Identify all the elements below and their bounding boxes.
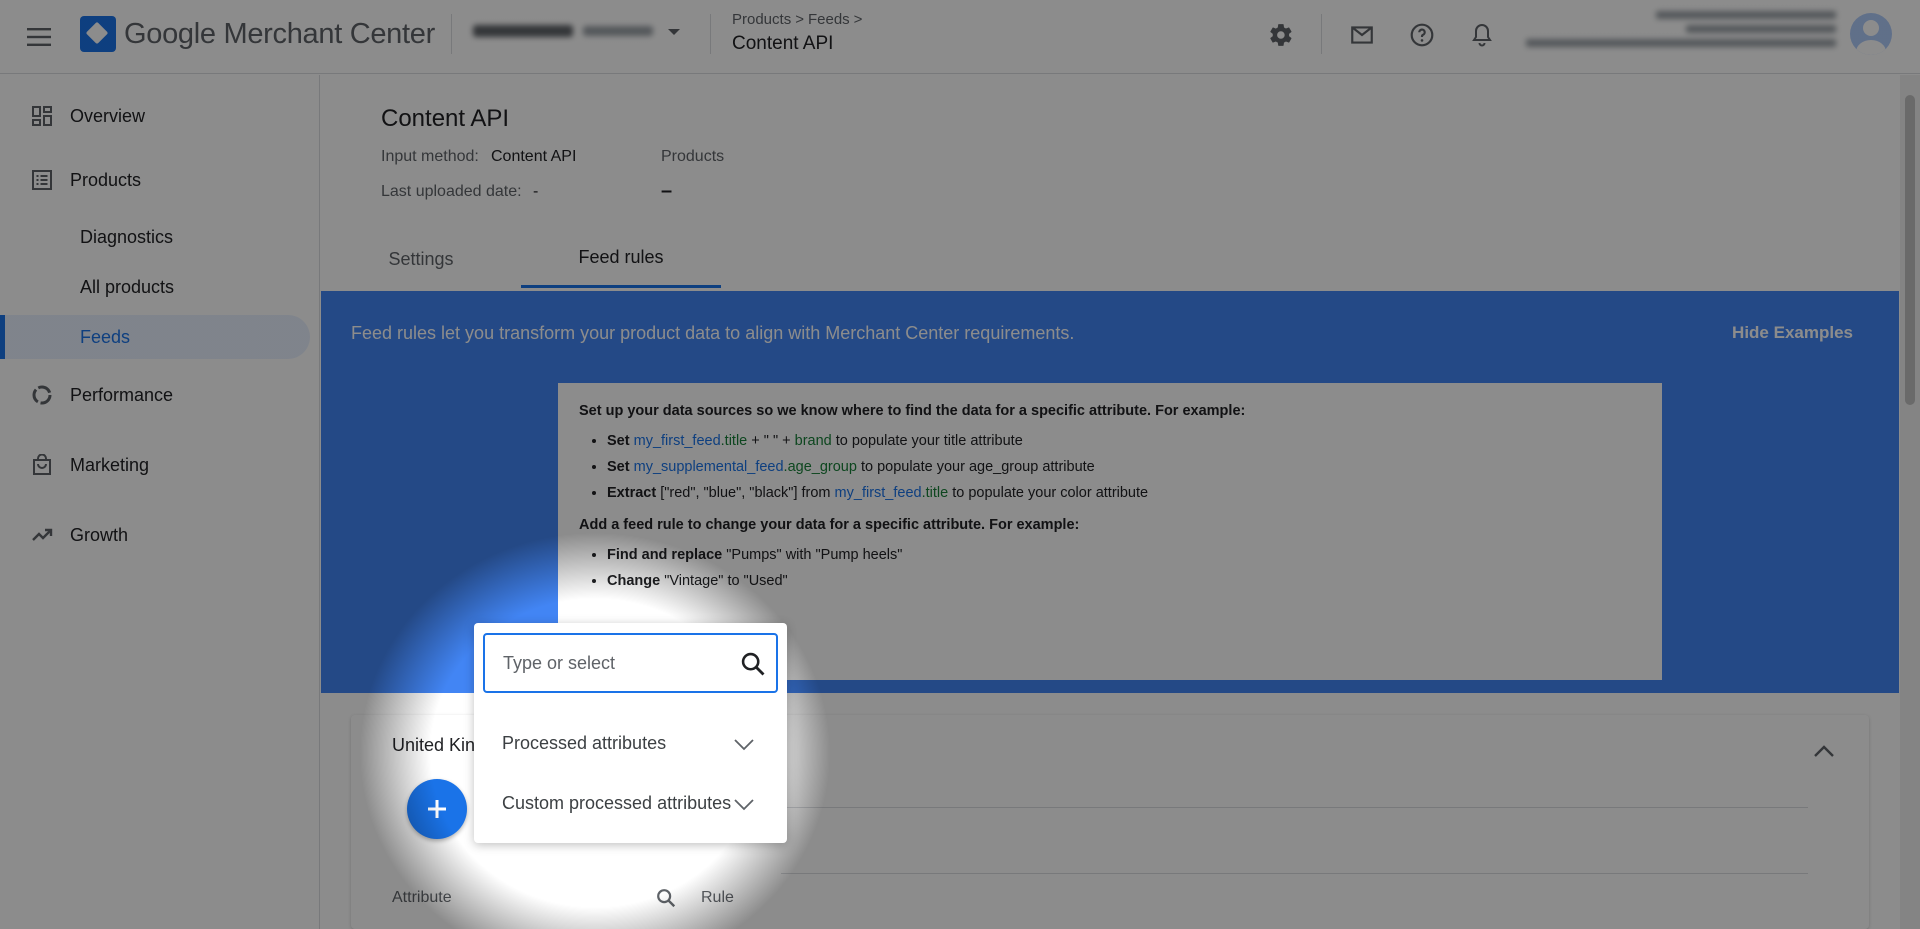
mail-icon[interactable] (1346, 19, 1378, 51)
attribute-select-popup: Processed attributes Custom processed at… (474, 623, 787, 843)
feed-title: Content API (381, 105, 510, 132)
scrollbar-thumb[interactable] (1905, 95, 1915, 405)
sidebar-item-label: Diagnostics (80, 226, 174, 247)
sidebar-item-label: Marketing (70, 454, 150, 475)
card-country-title: United Kin (392, 735, 476, 755)
sidebar-item-label: Growth (70, 524, 129, 545)
page-scrollbar[interactable] (1900, 75, 1920, 929)
banner-text: Feed rules let you transform your produc… (351, 323, 1075, 343)
sidebar: Overview Products Diagnostics All produc… (0, 75, 320, 929)
examples-heading-data-sources: Set up your data sources so we know wher… (579, 403, 1246, 419)
example-find-replace: Find and replace "Pumps" with "Pump heel… (607, 547, 1641, 563)
account-selector-redacted[interactable] (473, 25, 653, 37)
chevron-down-icon (734, 799, 754, 811)
sidebar-item-overview[interactable]: Overview (0, 94, 310, 138)
merchant-center-tag-icon (80, 16, 116, 52)
header-divider (1321, 14, 1322, 54)
header-divider (710, 14, 711, 54)
chevron-down-icon (734, 739, 754, 751)
account-dropdown-caret-icon[interactable] (668, 29, 680, 35)
hamburger-menu-icon[interactable] (24, 22, 54, 52)
sidebar-item-label: All products (80, 276, 175, 297)
breadcrumb-products[interactable]: Products (732, 11, 791, 28)
page-title: Content API (732, 33, 834, 54)
avatar[interactable] (1850, 13, 1892, 55)
feed-tabs: Settings Feed rules (321, 230, 1899, 288)
breadcrumb-feeds[interactable]: Feeds (808, 11, 850, 28)
last-uploaded-label: Last uploaded date: (381, 183, 522, 200)
card-divider (781, 873, 1808, 874)
header-divider (451, 14, 452, 54)
search-icon[interactable] (739, 650, 767, 678)
gear-icon[interactable] (1265, 19, 1297, 51)
dashboard-icon (30, 104, 54, 128)
example-set-title: Set my_first_feed.title + " " + brand to… (607, 433, 1641, 449)
column-header-rule: Rule (701, 889, 734, 906)
column-search-icon[interactable] (655, 887, 677, 914)
sidebar-item-growth[interactable]: Growth (0, 513, 310, 557)
help-icon[interactable] (1406, 19, 1438, 51)
user-info-redacted (1526, 8, 1836, 53)
add-rule-button[interactable] (407, 779, 467, 839)
sidebar-item-label: Feeds (80, 326, 131, 347)
option-label: Processed attributes (502, 733, 667, 753)
input-method-label: Input method: (381, 148, 479, 165)
sidebar-item-performance[interactable]: Performance (0, 373, 310, 417)
tab-feed-rules[interactable]: Feed rules (521, 230, 721, 288)
hide-examples-button[interactable]: Hide Examples (1732, 323, 1853, 343)
app-title: Google Merchant Center (124, 17, 435, 50)
tab-settings[interactable]: Settings (351, 230, 491, 288)
examples-heading-feed-rules: Add a feed rule to change your data for … (579, 517, 1080, 533)
sidebar-item-products[interactable]: Products (0, 158, 310, 202)
sidebar-item-marketing[interactable]: Marketing (0, 443, 310, 487)
merchant-center-logo[interactable]: Google Merchant Center (80, 16, 435, 52)
breadcrumb-separator-icon: > (795, 11, 804, 28)
option-custom-processed-attributes[interactable]: Custom processed attributes (474, 780, 787, 830)
example-extract-color: Extract ["red", "blue", "black"] from my… (607, 485, 1641, 501)
sidebar-item-label: Products (70, 169, 142, 190)
trending-up-icon (30, 523, 54, 547)
breadcrumb-separator-icon: > (853, 11, 863, 28)
donut-chart-icon (30, 383, 54, 407)
shopping-bag-icon (30, 453, 54, 477)
last-uploaded-value: - (533, 183, 539, 200)
notifications-bell-icon[interactable] (1466, 19, 1498, 51)
card-divider (781, 807, 1808, 808)
list-icon (30, 168, 54, 192)
column-header-attribute: Attribute (392, 889, 452, 906)
sidebar-item-label: Overview (70, 105, 146, 126)
option-label: Custom processed attributes (502, 793, 732, 813)
chevron-up-icon[interactable] (1808, 735, 1840, 767)
sidebar-item-diagnostics[interactable]: Diagnostics (0, 215, 310, 259)
plus-icon (428, 800, 446, 818)
example-change: Change "Vintage" to "Used" (607, 573, 1641, 589)
attribute-search-box[interactable] (483, 633, 778, 693)
products-count-value: – (661, 180, 673, 202)
sidebar-item-label: Performance (70, 384, 174, 405)
example-set-age-group: Set my_supplemental_feed.age_group to po… (607, 459, 1641, 475)
input-method-value: Content API (491, 148, 577, 165)
sidebar-item-all-products[interactable]: All products (0, 265, 310, 309)
top-app-bar: Google Merchant Center Products > Feeds > C… (0, 0, 1920, 74)
option-processed-attributes[interactable]: Processed attributes (474, 720, 787, 770)
breadcrumb: Products > Feeds > (732, 11, 866, 28)
sidebar-item-feeds[interactable]: Feeds (0, 315, 310, 359)
products-label: Products (661, 148, 725, 165)
attribute-search-input[interactable] (503, 651, 723, 675)
